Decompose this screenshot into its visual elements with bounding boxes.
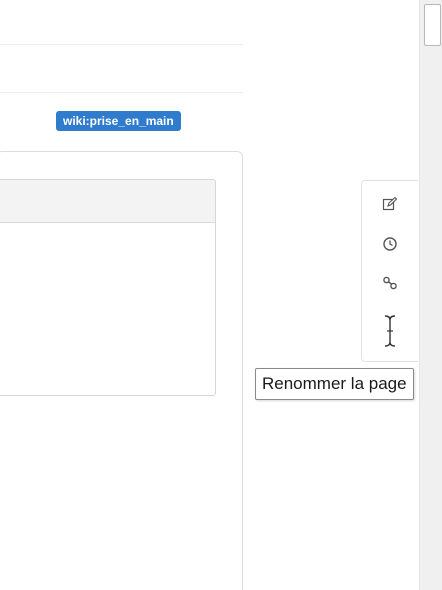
scrollbar-thumb[interactable] xyxy=(424,4,441,46)
content-box-header xyxy=(0,180,215,223)
header-divider xyxy=(0,44,243,45)
edit-icon[interactable] xyxy=(362,193,418,215)
text-cursor-icon-graphic xyxy=(384,315,396,347)
page-id-badge[interactable]: wiki:prise_en_main xyxy=(56,111,181,131)
edit-icon-graphic xyxy=(382,196,398,211)
content-column: wiki:prise_en_main xyxy=(0,0,243,590)
breadcrumb-divider xyxy=(0,92,243,93)
text-cursor-icon[interactable] xyxy=(362,309,418,353)
link-icon-graphic xyxy=(383,276,397,290)
link-icon[interactable] xyxy=(362,272,418,294)
vertical-scrollbar[interactable] xyxy=(419,0,442,590)
page-tools xyxy=(361,180,418,362)
content-box xyxy=(0,179,216,396)
rename-tooltip: Renommer la page xyxy=(255,368,414,400)
wiki-page-view: wiki:prise_en_main Renommer la page xyxy=(0,0,442,590)
clock-icon[interactable] xyxy=(362,233,418,255)
clock-icon-graphic xyxy=(383,237,397,251)
